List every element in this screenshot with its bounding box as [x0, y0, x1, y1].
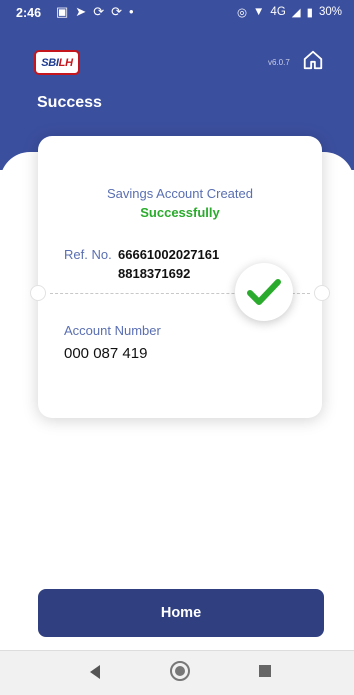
success-message-emphasis: Successfully [140, 205, 220, 220]
status-right: ◎ ▼ 4G ◢ ▮ 30% [237, 5, 342, 19]
status-bar: 2:46 ▣ ➤ ⟳ ⟳ • ◎ ▼ 4G ◢ ▮ 30% [0, 0, 354, 26]
success-message: Savings Account Created [107, 186, 253, 201]
home-icon[interactable] [302, 49, 324, 71]
back-icon[interactable] [90, 665, 100, 679]
gallery-icon: ▣ [56, 4, 69, 19]
notification-icons: ▣ ➤ ⟳ ⟳ • [56, 4, 134, 20]
account-number-label: Account Number [64, 323, 161, 338]
battery-level: 30% [318, 6, 342, 18]
sync-icon: ⟳ [93, 4, 105, 19]
status-time: 2:46 [16, 6, 42, 20]
android-nav-bar [0, 650, 354, 695]
signal-icon: ◢ [291, 7, 301, 19]
ref-number-value: 66661002027161 [118, 247, 220, 262]
ref-number-value-cont: 8818371692 [118, 266, 191, 281]
account-number-value: 000 087 419 [64, 345, 148, 362]
page-title: Success [37, 94, 102, 111]
app-version: v6.0.7 [268, 58, 290, 67]
logo-lh-text: LH [58, 56, 73, 69]
recent-apps-icon[interactable] [259, 665, 271, 677]
ref-number-label: Ref. No. [64, 247, 112, 262]
ticket-notch-right [314, 285, 330, 301]
vibrate-icon: ◎ [236, 7, 248, 19]
network-type: 4G [270, 6, 286, 18]
send-icon: ➤ [75, 4, 87, 19]
home-button[interactable]: Home [38, 589, 324, 637]
app-screen: 2:46 ▣ ➤ ⟳ ⟳ • ◎ ▼ 4G ◢ ▮ 30% SBILH v6.0… [0, 0, 354, 695]
ticket-notch-left [30, 285, 46, 301]
success-card: Savings Account Created Successfully Ref… [30, 136, 330, 418]
checkmark-icon [247, 279, 281, 305]
nav-home-icon[interactable] [170, 661, 190, 681]
sync-icon: ⟳ [111, 4, 123, 19]
check-badge [235, 263, 293, 321]
wifi-icon: ▼ [253, 6, 265, 18]
dot-icon: • [129, 4, 134, 19]
logo-sbi-text: SBI [41, 56, 59, 69]
battery-icon: ▮ [306, 7, 313, 19]
sbilh-logo: SBILH [34, 50, 80, 75]
